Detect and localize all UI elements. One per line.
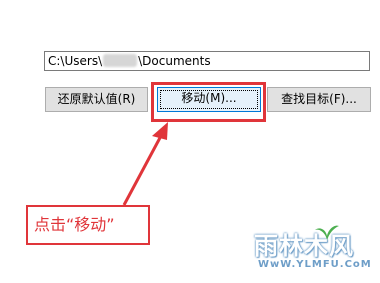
instruction-callout: 点击“移动” <box>26 205 150 245</box>
watermark-logo: 雨林木风 WwW.YLMFU.CoM <box>248 222 376 278</box>
watermark-logo-text: 雨林木风 <box>254 232 354 260</box>
watermark-url: WwW.YLMFU.CoM <box>258 259 372 270</box>
